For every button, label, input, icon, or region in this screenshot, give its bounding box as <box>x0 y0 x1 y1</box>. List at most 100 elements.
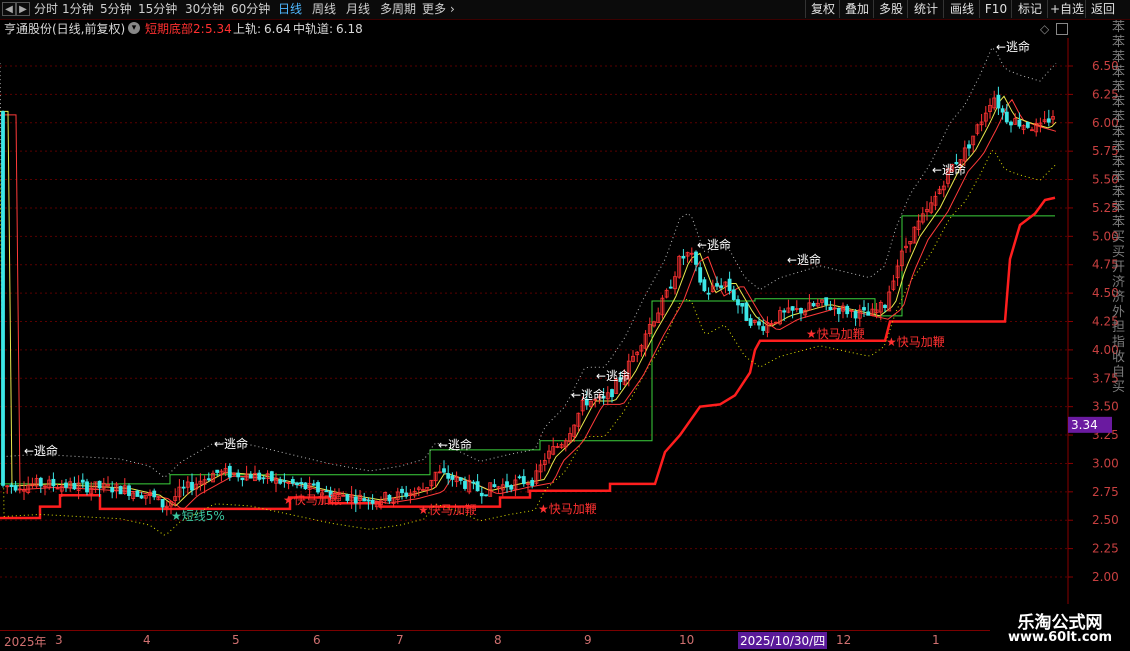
candle-body <box>215 469 220 473</box>
chart-annotation: ★快马加鞭 <box>283 493 342 507</box>
candle-body <box>295 482 299 486</box>
candle-body <box>72 482 77 490</box>
candle-body <box>471 481 476 484</box>
chart-annotation: ←逃命 <box>24 443 58 458</box>
add-favorite-button[interactable]: +自选 <box>1047 0 1086 18</box>
tab-30min[interactable]: 30分钟 <box>185 1 224 18</box>
dropdown-icon[interactable]: ▾ <box>128 22 140 34</box>
chart-annotation: ←逃命 <box>596 368 630 383</box>
support-line <box>0 196 1056 520</box>
diamond-icon[interactable]: ◇ <box>1040 20 1049 38</box>
stock-title: 亨通股份(日线,前复权) <box>4 22 126 36</box>
candle-body <box>475 481 480 492</box>
candle-body <box>311 483 316 486</box>
current-price-label: 3.34 <box>1071 418 1098 432</box>
multi-stock-button[interactable]: 多股 <box>873 0 908 18</box>
candle-body <box>731 289 736 300</box>
time-label-9: 9 <box>584 633 592 647</box>
window-toggle-icon[interactable] <box>1056 23 1068 35</box>
candle-body <box>13 485 18 491</box>
tab-60min[interactable]: 60分钟 <box>231 1 270 18</box>
time-label-1: 1 <box>932 633 940 647</box>
chart-annotation: ←逃命 <box>697 237 731 252</box>
candle-body <box>761 326 766 331</box>
candle-body <box>1009 121 1013 126</box>
chart-annotation: ★快马加鞭 <box>886 335 945 349</box>
overlay-button[interactable]: 叠加 <box>839 0 874 18</box>
tab-weekly[interactable]: 周线 <box>312 1 336 18</box>
candle-body <box>727 278 732 292</box>
tab-15min[interactable]: 15分钟 <box>138 1 177 18</box>
tab-multi-period[interactable]: 多周期 <box>380 1 416 18</box>
candle-body <box>240 477 245 481</box>
candle-body <box>387 494 392 502</box>
candle-body <box>702 279 707 292</box>
candle-body <box>681 255 686 259</box>
ma-red-line <box>0 98 1057 510</box>
f10-button[interactable]: F10 <box>979 0 1012 18</box>
time-label-6: 6 <box>313 633 321 647</box>
period-toolbar: ◀ ▶ 分时 1分钟 5分钟 15分钟 30分钟 60分钟 日线 周线 月线 多… <box>0 0 1130 20</box>
candle-body <box>362 498 367 502</box>
candle-body <box>853 311 858 319</box>
time-label-7: 7 <box>396 633 404 647</box>
tab-monthly[interactable]: 月线 <box>346 1 370 18</box>
candle-body <box>463 480 467 489</box>
candle-body <box>282 480 287 482</box>
restore-rights-button[interactable]: 复权 <box>805 0 840 18</box>
candle-body <box>458 477 463 481</box>
time-label-12: 12 <box>836 633 852 647</box>
candle-body <box>85 481 89 493</box>
time-axis: 2025年 3 4 5 6 7 8 9 10 2025/10/30/四 12 1 <box>0 630 1130 651</box>
candle-body <box>782 310 787 313</box>
candlestick-chart[interactable]: ←逃命 ←逃命 ←逃命 ←逃命 ←逃命 ←逃命 ←逃命 ←逃命 ←逃命 ★快马加鞭 ★快马加鞭 ★快马… <box>0 38 1130 630</box>
candle-body <box>748 318 753 326</box>
candle-body <box>152 490 157 498</box>
candle-body <box>744 302 749 321</box>
candle-body <box>509 485 514 490</box>
candle-body <box>261 477 266 480</box>
candle-body <box>996 94 1001 109</box>
candle-body <box>345 494 350 501</box>
candle-body <box>740 302 745 307</box>
back-button[interactable]: 返回 <box>1085 0 1120 18</box>
chart-canvas[interactable]: ←逃命 ←逃命 ←逃命 ←逃命 ←逃命 ←逃命 ←逃命 ←逃命 ←逃命 ★快马加鞭 ★快马加鞭 ★快马… <box>0 38 1130 630</box>
tab-daily[interactable]: 日线 <box>278 1 302 18</box>
candle-body <box>862 307 866 311</box>
candle-body <box>139 495 144 499</box>
candle-body <box>967 144 971 149</box>
chevron-right-icon[interactable]: › <box>450 1 455 18</box>
next-arrow-icon[interactable]: ▶ <box>16 2 30 16</box>
tab-1min[interactable]: 1分钟 <box>62 1 94 18</box>
candle-body <box>316 482 320 493</box>
indicator-label: 短期底部2: <box>145 22 205 36</box>
mark-button[interactable]: 标记 <box>1011 0 1048 18</box>
candle-body <box>97 480 102 489</box>
candle-body <box>484 494 488 497</box>
candle-body <box>160 499 165 508</box>
candle-body <box>64 482 68 488</box>
tab-5min[interactable]: 5分钟 <box>100 1 132 18</box>
candle-body <box>736 299 740 306</box>
time-label-5: 5 <box>232 633 240 647</box>
chart-annotation: ←逃命 <box>996 39 1030 54</box>
candle-body <box>442 468 446 473</box>
candle-body <box>9 484 14 488</box>
tab-more[interactable]: 更多 <box>422 1 446 18</box>
chart-annotation: ←逃命 <box>438 437 472 452</box>
indicator-value: 5.34 <box>205 22 232 36</box>
time-label-4: 4 <box>143 633 151 647</box>
candle-body <box>80 479 85 483</box>
tab-intraday[interactable]: 分时 <box>34 1 58 18</box>
cursor-date-label: 2025/10/30/四 <box>738 632 828 649</box>
chart-annotation: ★快马加鞭 <box>538 502 597 516</box>
mid-band-label: 中轨道: <box>293 22 334 36</box>
chart-annotation: ★短线5% <box>171 509 225 523</box>
candle-body <box>227 465 232 478</box>
prev-arrow-icon[interactable]: ◀ <box>2 2 16 16</box>
candle-body <box>883 304 887 309</box>
draw-line-button[interactable]: 画线 <box>943 0 980 18</box>
candle-body <box>248 474 253 479</box>
statistics-button[interactable]: 统计 <box>907 0 944 18</box>
candle-body <box>353 496 358 504</box>
